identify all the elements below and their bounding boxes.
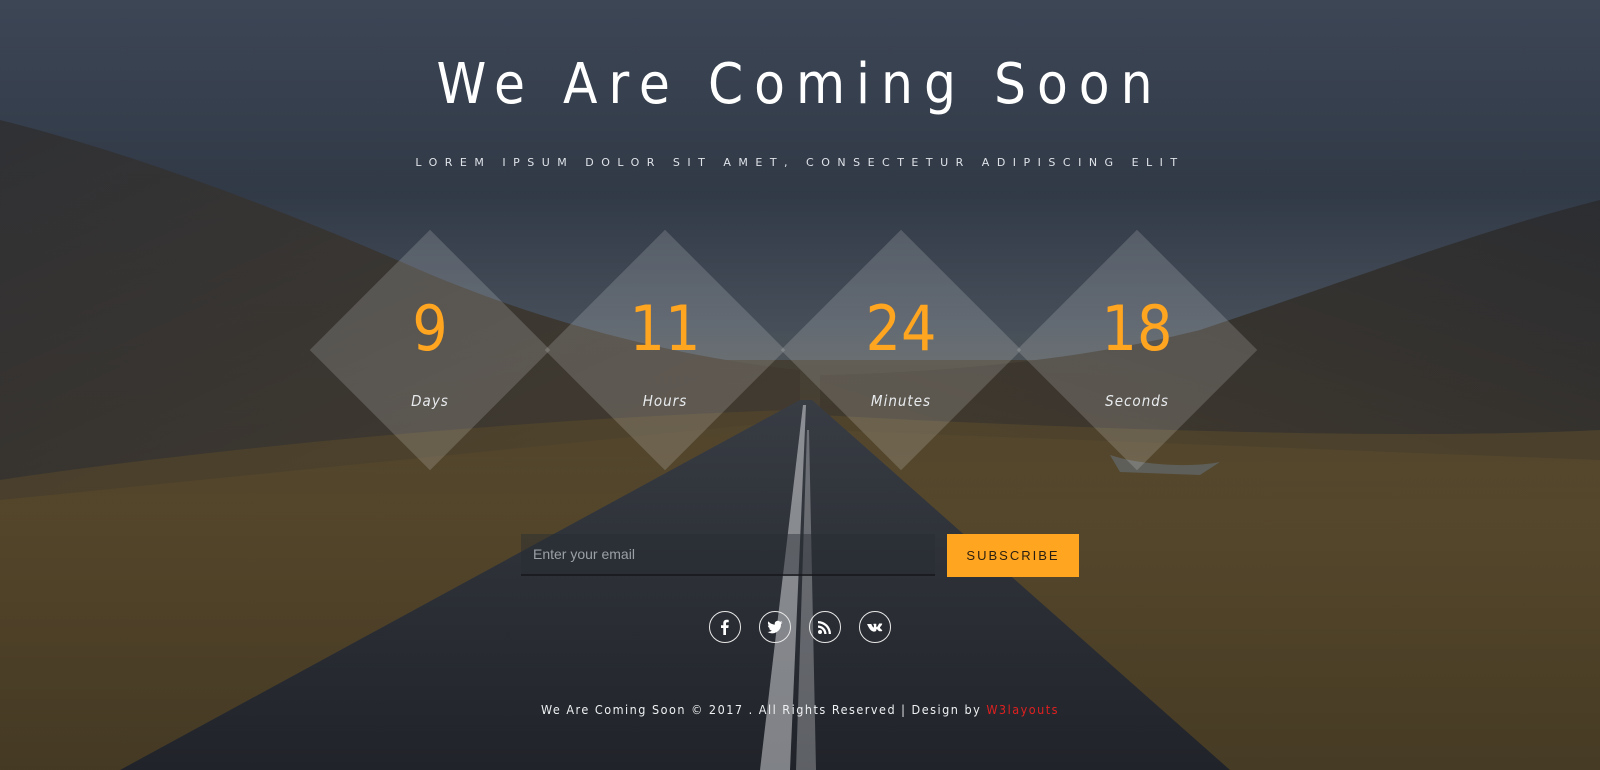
countdown-days: 9 Days xyxy=(309,229,551,471)
countdown-timer: 9 Days 11 Hours 24 Minutes 18 Seconds xyxy=(0,229,1600,471)
countdown-seconds: 18 Seconds xyxy=(1016,229,1258,471)
countdown-days-label: Days xyxy=(411,392,449,410)
countdown-minutes-value: 24 xyxy=(865,292,937,365)
page-subtitle: LOREM IPSUM DOLOR SIT AMET, CONSECTETUR … xyxy=(415,156,1185,169)
footer-copyright: We Are Coming Soon © 2017 . All Rights R… xyxy=(540,702,987,717)
countdown-hours-value: 11 xyxy=(629,292,701,365)
countdown-minutes: 24 Minutes xyxy=(780,229,1022,471)
email-field[interactable] xyxy=(521,534,935,576)
facebook-link[interactable] xyxy=(709,611,741,643)
rss-link[interactable] xyxy=(809,611,841,643)
countdown-minutes-label: Minutes xyxy=(870,392,932,410)
page-title: We Are Coming Soon xyxy=(436,52,1164,117)
vk-link[interactable] xyxy=(859,611,891,643)
countdown-hours-label: Hours xyxy=(642,392,688,410)
social-links xyxy=(0,611,1600,643)
vk-icon xyxy=(867,623,883,632)
countdown-days-value: 9 xyxy=(412,292,448,365)
twitter-link[interactable] xyxy=(759,611,791,643)
twitter-icon xyxy=(767,620,783,634)
facebook-icon xyxy=(721,619,729,635)
subscribe-form: SUBSCRIBE xyxy=(521,534,1079,578)
subscribe-button[interactable]: SUBSCRIBE xyxy=(947,534,1079,577)
countdown-seconds-label: Seconds xyxy=(1105,392,1169,410)
countdown-hours: 11 Hours xyxy=(544,229,786,471)
footer: We Are Coming Soon © 2017 . All Rights R… xyxy=(0,702,1600,717)
designer-credit-link[interactable]: W3layouts xyxy=(986,702,1059,717)
rss-icon xyxy=(818,621,831,634)
countdown-seconds-value: 18 xyxy=(1101,292,1173,365)
